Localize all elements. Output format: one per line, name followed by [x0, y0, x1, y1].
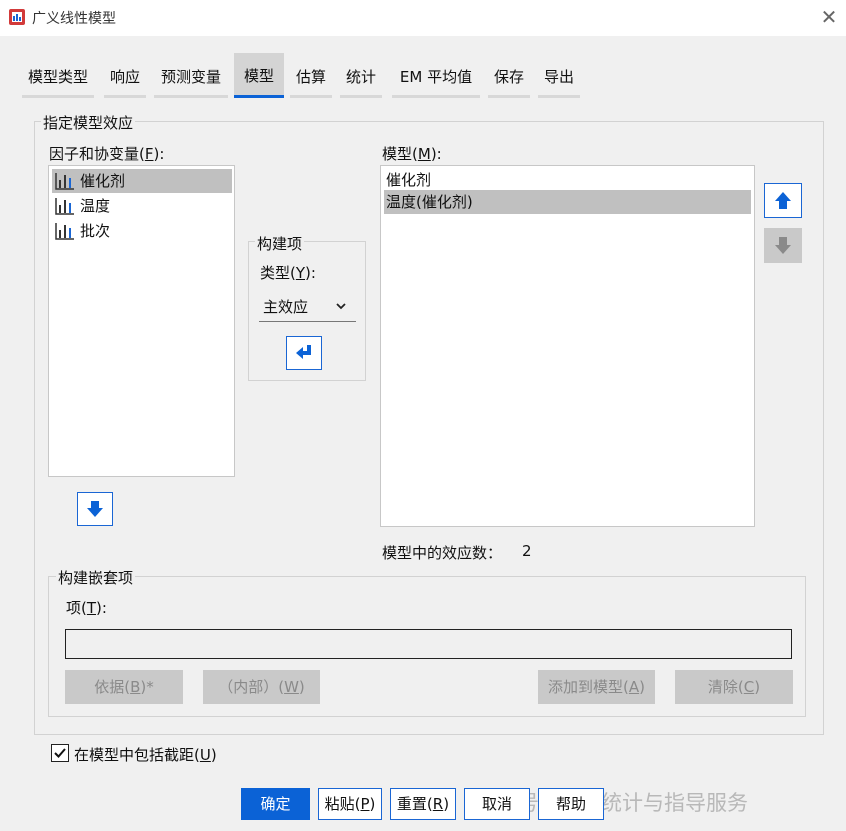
tab-model-type[interactable]: 模型类型 — [22, 58, 94, 98]
tab-em-means[interactable]: EM 平均值 — [392, 58, 480, 98]
model-list[interactable]: 催化剂 温度(催化剂) — [380, 165, 755, 527]
type-select[interactable]: 主效应 — [259, 292, 356, 322]
list-item[interactable]: 催化剂 — [52, 169, 232, 193]
tab-export[interactable]: 导出 — [538, 58, 580, 98]
tab-model[interactable]: 模型 — [234, 53, 284, 98]
list-item[interactable]: 温度 — [52, 194, 232, 218]
effect-count-label: 模型中的效应数： — [382, 544, 503, 562]
move-down-button[interactable] — [764, 228, 802, 263]
arrow-down-icon — [775, 237, 791, 254]
scale-variable-icon — [55, 198, 74, 215]
build-terms-label: 构建项 — [255, 233, 305, 254]
chevron-down-icon — [336, 303, 346, 310]
effects-group-label: 指定模型效应 — [41, 112, 136, 133]
title-bar — [0, 0, 846, 36]
paste-button[interactable]: 粘贴(P) — [318, 788, 382, 820]
nominal-variable-icon — [55, 173, 74, 190]
cancel-button[interactable]: 取消 — [464, 788, 530, 820]
type-label: 类型(Y): — [260, 264, 316, 282]
arrow-up-icon — [775, 192, 791, 209]
within-button[interactable]: （内部）(W) — [203, 670, 320, 704]
tab-response[interactable]: 响应 — [104, 58, 146, 98]
window-title: 广义线性模型 — [32, 11, 116, 27]
arrow-down-icon — [87, 501, 103, 517]
term-label: 项(T): — [66, 599, 107, 617]
move-to-nested-button[interactable] — [77, 492, 113, 526]
arrow-left-icon — [296, 345, 311, 359]
nested-group-label: 构建嵌套项 — [56, 567, 136, 588]
tab-predictors[interactable]: 预测变量 — [154, 58, 228, 98]
checkmark-icon — [54, 748, 66, 758]
by-button[interactable]: 依据(B)* — [65, 670, 183, 704]
tab-save[interactable]: 保存 — [488, 58, 530, 98]
tab-estimation[interactable]: 估算 — [290, 58, 332, 98]
list-item[interactable]: 批次 — [52, 219, 232, 243]
intercept-checkbox[interactable] — [51, 744, 69, 762]
clear-button[interactable]: 清除(C) — [675, 670, 793, 704]
intercept-label: 在模型中包括截距(U) — [74, 746, 217, 764]
help-button[interactable]: 帮助 — [538, 788, 604, 820]
add-term-button[interactable] — [286, 336, 322, 370]
effect-count-value: 2 — [522, 542, 532, 560]
nominal-variable-icon — [55, 223, 74, 240]
app-icon — [9, 9, 25, 25]
move-up-button[interactable] — [764, 183, 802, 218]
close-icon[interactable]: ✕ — [818, 6, 840, 28]
factors-list[interactable]: 催化剂 温度 批次 — [48, 165, 235, 477]
add-to-model-button[interactable]: 添加到模型(A) — [538, 670, 655, 704]
list-item[interactable]: 温度(催化剂) — [384, 190, 751, 214]
model-label: 模型(M): — [382, 145, 442, 163]
reset-button[interactable]: 重置(R) — [390, 788, 456, 820]
tab-statistics[interactable]: 统计 — [340, 58, 382, 98]
term-field[interactable] — [65, 629, 792, 659]
factors-label: 因子和协变量(F): — [49, 145, 165, 163]
ok-button[interactable]: 确定 — [241, 788, 310, 820]
list-item[interactable]: 催化剂 — [384, 168, 751, 192]
